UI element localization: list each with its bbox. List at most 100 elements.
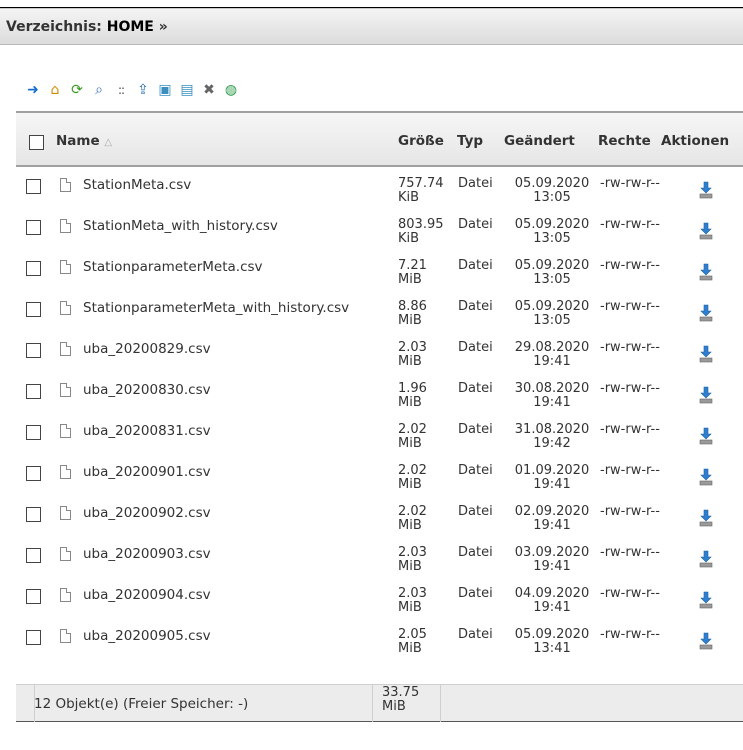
table-row[interactable]: uba_20200902.csv 2.02 MiB Datei 02.09.2020 1… <box>16 503 743 543</box>
table-row[interactable]: uba_20200829.csv 2.03 MiB Datei 29.08.2020 1… <box>16 339 743 379</box>
directory-path-link[interactable]: HOME <box>107 19 154 35</box>
file-icon <box>60 342 71 356</box>
table-row[interactable]: uba_20200905.csv 2.05 MiB Datei 05.09.2020 1… <box>16 626 743 666</box>
row-checkbox[interactable] <box>26 466 41 481</box>
download-icon[interactable] <box>699 427 713 445</box>
file-rights: -rw-rw-r-- <box>600 545 660 560</box>
file-rights: -rw-rw-r-- <box>600 627 660 642</box>
file-modified-time: 19:41 <box>533 559 571 574</box>
file-size: 2.03 MiB <box>398 545 427 574</box>
file-type: Datei <box>458 463 493 478</box>
file-modified-date: 02.09.2020 <box>514 504 590 519</box>
select-all-checkbox[interactable] <box>29 135 44 150</box>
download-icon[interactable] <box>699 509 713 527</box>
file-name-link[interactable]: uba_20200903.csv <box>83 546 211 562</box>
table-row[interactable]: uba_20200830.csv 1.96 MiB Datei 30.08.2020 1… <box>16 380 743 420</box>
row-checkbox[interactable] <box>26 548 41 563</box>
row-checkbox[interactable] <box>26 589 41 604</box>
row-checkbox[interactable] <box>26 384 41 399</box>
file-icon <box>60 178 71 192</box>
table-row[interactable]: uba_20200904.csv 2.03 MiB Datei 04.09.2020 1… <box>16 585 743 625</box>
refresh-icon[interactable]: ⟳ <box>68 81 86 99</box>
file-name-link[interactable]: StationMeta.csv <box>83 177 191 193</box>
table-footer: 12 Objekt(e) (Freier Speicher: -) 33.75 … <box>16 684 743 722</box>
row-checkbox[interactable] <box>26 220 41 235</box>
file-rights: -rw-rw-r-- <box>600 422 660 437</box>
upload-icon[interactable]: ⇪ <box>134 81 152 99</box>
download-icon[interactable] <box>699 386 713 404</box>
row-checkbox[interactable] <box>26 425 41 440</box>
file-name-link[interactable]: uba_20200904.csv <box>83 587 211 603</box>
download-icon[interactable] <box>699 222 713 240</box>
column-header-name[interactable]: Name △ <box>56 133 112 149</box>
file-name-link[interactable]: uba_20200829.csv <box>83 341 211 357</box>
file-modified: 05.09.2020 13:05 <box>502 300 602 328</box>
file-modified-date: 05.09.2020 <box>514 299 590 314</box>
archive-icon[interactable]: ◍ <box>222 81 240 99</box>
file-name-link[interactable]: uba_20200901.csv <box>83 464 211 480</box>
file-icon <box>60 424 71 438</box>
download-icon[interactable] <box>699 591 713 609</box>
file-name-link[interactable]: uba_20200830.csv <box>83 382 211 398</box>
file-name-link[interactable]: StationparameterMeta_with_history.csv <box>83 300 349 316</box>
table-row[interactable]: StationparameterMeta.csv 7.21 MiB Datei 05.… <box>16 257 743 297</box>
table-row[interactable]: StationMeta.csv 757.74 KiB Datei 05.09.2020… <box>16 175 743 215</box>
file-rights: -rw-rw-r-- <box>600 217 660 232</box>
go-icon[interactable]: ➜ <box>24 81 42 99</box>
copy-icon[interactable]: ▣ <box>156 81 174 99</box>
row-checkbox[interactable] <box>26 179 41 194</box>
table-row[interactable]: StationMeta_with_history.csv 803.95 KiB Da… <box>16 216 743 256</box>
file-type: Datei <box>458 217 493 232</box>
file-modified: 04.09.2020 19:41 <box>502 587 602 615</box>
download-icon[interactable] <box>699 181 713 199</box>
file-name-link[interactable]: StationparameterMeta.csv <box>83 259 263 275</box>
file-rights: -rw-rw-r-- <box>600 463 660 478</box>
table-row[interactable]: uba_20200903.csv 2.03 MiB Datei 03.09.2020 1… <box>16 544 743 584</box>
row-checkbox[interactable] <box>26 630 41 645</box>
download-icon[interactable] <box>699 550 713 568</box>
file-modified: 30.08.2020 19:41 <box>502 382 602 410</box>
file-type: Datei <box>458 504 493 519</box>
download-icon[interactable] <box>699 263 713 281</box>
file-icon <box>60 629 71 643</box>
download-icon[interactable] <box>699 468 713 486</box>
search-icon[interactable]: ⌕ <box>90 81 108 99</box>
file-size: 8.86 MiB <box>398 299 427 328</box>
footer-divider <box>372 685 373 722</box>
file-size: 2.03 MiB <box>398 340 427 369</box>
column-header-type[interactable]: Typ <box>457 133 483 149</box>
column-header-rights[interactable]: Rechte <box>598 133 651 149</box>
directory-label: Verzeichnis: <box>6 19 102 35</box>
row-checkbox[interactable] <box>26 507 41 522</box>
download-icon[interactable] <box>699 304 713 322</box>
row-checkbox[interactable] <box>26 343 41 358</box>
column-header-changed[interactable]: Geändert <box>504 133 575 149</box>
file-name-link[interactable]: uba_20200905.csv <box>83 628 211 644</box>
file-modified-time: 13:05 <box>533 313 571 328</box>
download-icon[interactable] <box>699 345 713 363</box>
delete-icon[interactable]: ✖ <box>200 81 218 99</box>
file-modified-date: 03.09.2020 <box>514 545 590 560</box>
file-name-link[interactable]: uba_20200831.csv <box>83 423 211 439</box>
home-icon[interactable]: ⌂ <box>46 81 64 99</box>
file-modified: 01.09.2020 19:41 <box>502 464 602 492</box>
move-icon[interactable]: ▤ <box>178 81 196 99</box>
directory-arrow: » <box>158 19 168 35</box>
download-icon[interactable] <box>699 632 713 650</box>
file-name-link[interactable]: StationMeta_with_history.csv <box>83 218 278 234</box>
file-rights: -rw-rw-r-- <box>600 258 660 273</box>
column-header-size[interactable]: Größe <box>398 133 444 149</box>
sort-arrow-icon: △ <box>104 137 113 148</box>
table-row[interactable]: uba_20200831.csv 2.02 MiB Datei 31.08.2020 1… <box>16 421 743 461</box>
file-modified: 03.09.2020 19:41 <box>502 546 602 574</box>
table-row[interactable]: uba_20200901.csv 2.02 MiB Datei 01.09.2020 1… <box>16 462 743 502</box>
file-rights: -rw-rw-r-- <box>600 381 660 396</box>
table-row[interactable]: StationparameterMeta_with_history.csv 8.8… <box>16 298 743 338</box>
file-type: Datei <box>458 545 493 560</box>
file-type: Datei <box>458 422 493 437</box>
row-checkbox[interactable] <box>26 302 41 317</box>
file-name-link[interactable]: uba_20200902.csv <box>83 505 211 521</box>
file-modified-time: 13:05 <box>533 231 571 246</box>
row-checkbox[interactable] <box>26 261 41 276</box>
file-icon <box>60 383 71 397</box>
